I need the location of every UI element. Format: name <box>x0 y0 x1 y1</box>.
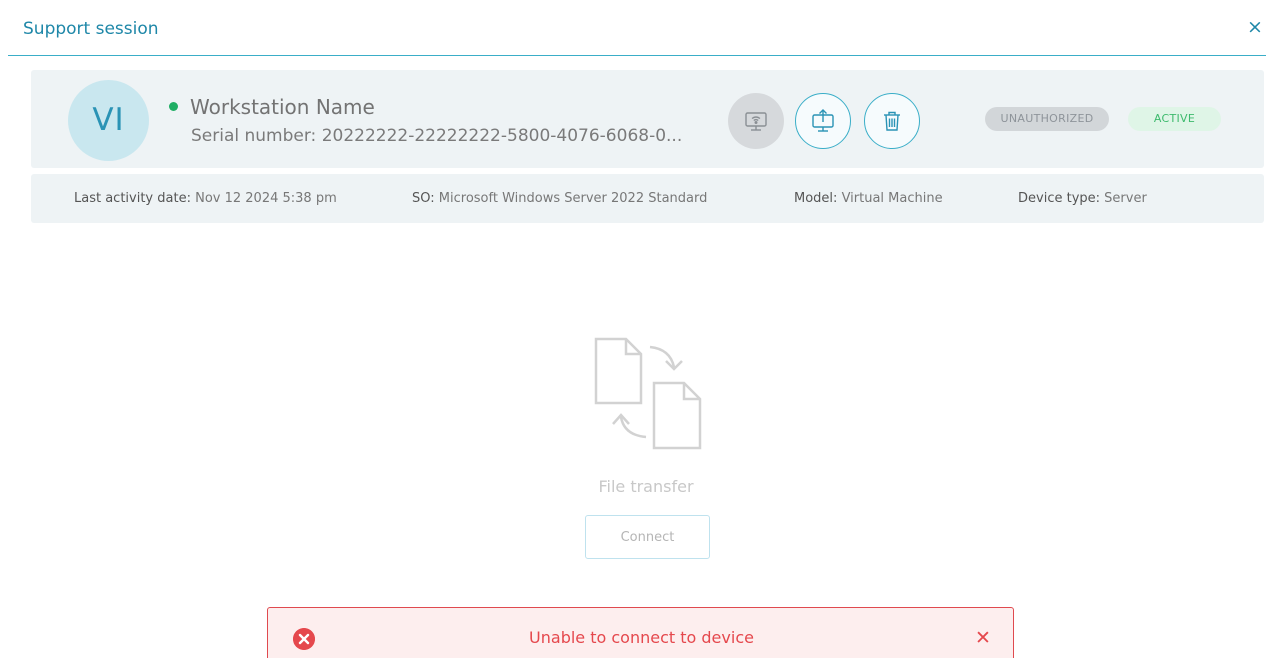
device-type-value: Server <box>1104 191 1147 206</box>
dialog-header: Support session × <box>8 0 1266 56</box>
last-activity-value: Nov 12 2024 5:38 pm <box>195 191 337 206</box>
last-activity-label: Last activity date: <box>74 191 191 206</box>
model-value: Virtual Machine <box>841 191 943 206</box>
close-icon[interactable]: × <box>1244 16 1266 38</box>
last-activity-info: Last activity date: Nov 12 2024 5:38 pm <box>74 191 337 206</box>
error-message: Unable to connect to device <box>529 628 754 647</box>
model-label: Model: <box>794 191 838 206</box>
file-transfer-large-icon <box>594 337 702 450</box>
device-info-bar: Last activity date: Nov 12 2024 5:38 pm … <box>31 174 1264 223</box>
os-label: SO: <box>412 191 435 206</box>
avatar: VI <box>68 80 149 161</box>
close-icon[interactable]: ✕ <box>971 625 995 651</box>
serial-number: Serial number: 20222222-22222222-5800-40… <box>191 126 683 146</box>
file-transfer-button[interactable] <box>795 93 851 149</box>
online-status-icon <box>169 102 178 111</box>
remote-desktop-icon <box>745 112 767 131</box>
device-name: Workstation Name <box>190 95 375 119</box>
error-toast: Unable to connect to device ✕ <box>267 607 1014 658</box>
file-transfer-label: File transfer <box>598 477 694 496</box>
authorization-badge: UNAUTHORIZED <box>985 107 1109 131</box>
device-type-label: Device type: <box>1018 191 1101 206</box>
trash-icon <box>884 111 900 131</box>
os-value: Microsoft Windows Server 2022 Standard <box>438 191 708 206</box>
model-info: Model: Virtual Machine <box>794 191 943 206</box>
support-session-dialog: Support session × VI Workstation Name Se… <box>0 0 1266 658</box>
status-badge: ACTIVE <box>1128 107 1221 131</box>
os-info: SO: Microsoft Windows Server 2022 Standa… <box>412 191 707 206</box>
device-card: VI Workstation Name Serial number: 20222… <box>31 70 1264 168</box>
file-transfer-icon <box>812 109 834 132</box>
device-type-info: Device type: Server <box>1018 191 1147 206</box>
remote-desktop-button[interactable] <box>728 93 784 149</box>
dialog-title: Support session <box>23 19 159 39</box>
connect-button[interactable]: Connect <box>585 515 710 559</box>
delete-button[interactable] <box>864 93 920 149</box>
